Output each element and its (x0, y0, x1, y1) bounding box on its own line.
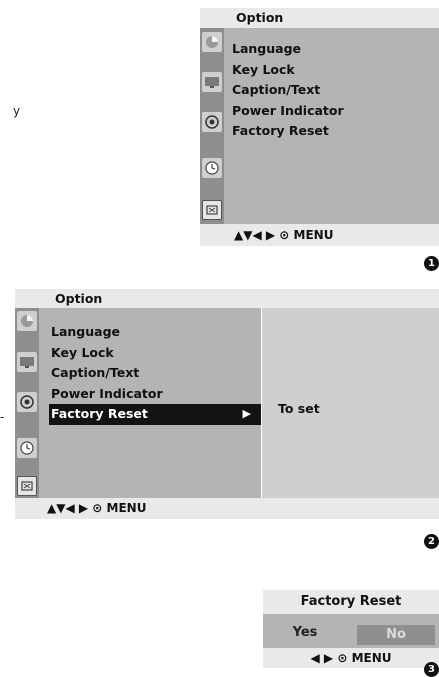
menu-item-key-lock[interactable]: Key Lock (49, 343, 263, 364)
option-icon[interactable] (202, 200, 222, 220)
menu-item-label: Factory Reset (51, 406, 148, 421)
menu-item-caption-text[interactable]: Caption/Text (230, 80, 435, 101)
icon-column (15, 308, 39, 498)
panel-footer: ▲▼◀ ▶ ⊙ MENU (200, 224, 439, 246)
menu-list: Language Key Lock Caption/Text Power Ind… (230, 39, 435, 142)
picture-icon[interactable] (17, 311, 37, 331)
step-badge-2: 2 (424, 534, 439, 549)
menu-item-factory-reset[interactable]: Factory Reset (230, 121, 435, 142)
menu-item-power-indicator[interactable]: Power Indicator (230, 101, 435, 122)
dialog-footer: ◀ ▶ ⊙ MENU (263, 648, 439, 668)
nav-arrows: ▲▼◀ ▶ (47, 501, 89, 515)
menu-item-power-indicator[interactable]: Power Indicator (49, 384, 263, 405)
nav-arrows: ◀ ▶ (310, 651, 334, 665)
no-button[interactable]: No (357, 625, 435, 645)
icon-column (200, 28, 224, 224)
nav-arrows: ▲▼◀ ▶ (234, 228, 276, 242)
menu-item-language[interactable]: Language (49, 322, 263, 343)
sub-pane-text: To set (278, 401, 320, 416)
submenu-arrow-icon: ▶ (242, 407, 251, 420)
option-menu-panel-2: Option Language Key Lock Caption/Text Po… (15, 289, 439, 519)
stray-dash: - (0, 410, 5, 424)
ok-icon: ⊙ (279, 228, 290, 242)
picture-icon[interactable] (202, 32, 222, 52)
speaker-icon[interactable] (17, 392, 37, 412)
factory-reset-dialog: Factory Reset Yes No ◀ ▶ ⊙ MENU (263, 590, 439, 668)
screen-icon[interactable] (202, 72, 222, 92)
step-badge-3: 3 (424, 662, 439, 677)
menu-label: MENU (293, 228, 334, 242)
menu-label: MENU (106, 501, 147, 515)
menu-item-language[interactable]: Language (230, 39, 435, 60)
ok-icon: ⊙ (92, 501, 103, 515)
yes-button[interactable]: Yes (263, 620, 347, 646)
menu-list: Language Key Lock Caption/Text Power Ind… (49, 322, 263, 425)
panel-title: Option (200, 8, 439, 28)
menu-item-factory-reset-selected[interactable]: Factory Reset ▶ (49, 404, 263, 425)
menu-item-key-lock[interactable]: Key Lock (230, 60, 435, 81)
option-menu-panel-1: Option Language Key Lock Caption/Text Po… (200, 8, 439, 246)
step-badge-1: 1 (424, 256, 439, 271)
panel-title: Option (15, 289, 439, 308)
clock-icon[interactable] (17, 438, 37, 458)
panel-footer: ▲▼◀ ▶ ⊙ MENU (15, 498, 439, 519)
clock-icon[interactable] (202, 158, 222, 178)
sub-pane: To set (261, 308, 439, 498)
menu-label: MENU (351, 651, 392, 665)
option-icon[interactable] (17, 476, 37, 496)
speaker-icon[interactable] (202, 112, 222, 132)
stray-letter: y (13, 104, 21, 118)
screen-icon[interactable] (17, 352, 37, 372)
dialog-title: Factory Reset (263, 590, 439, 614)
ok-icon: ⊙ (337, 651, 348, 665)
menu-item-caption-text[interactable]: Caption/Text (49, 363, 263, 384)
